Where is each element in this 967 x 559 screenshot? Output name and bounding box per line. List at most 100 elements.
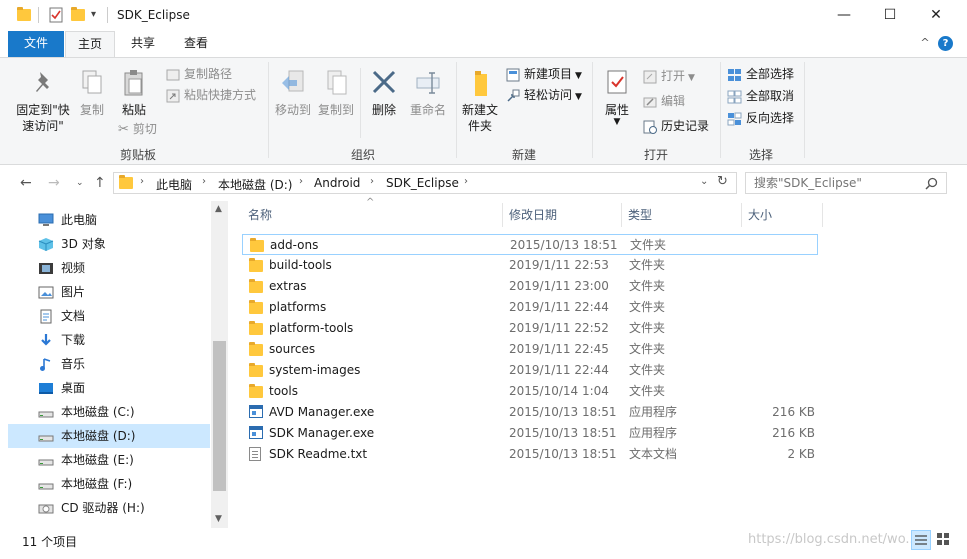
select-all-icon <box>728 68 741 81</box>
up-arrow-icon[interactable]: ↑ <box>94 175 106 191</box>
customize-quick-access-button[interactable]: ▾ <box>91 9 107 25</box>
file-modified-date: 2015/10/13 18:51 <box>509 405 617 419</box>
open-button[interactable]: 打开 ▼ <box>643 66 695 86</box>
chevron-right-icon: › <box>140 176 144 187</box>
close-button[interactable]: ✕ <box>913 0 959 31</box>
column-header-date[interactable]: 修改日期 <box>509 201 557 229</box>
file-modified-date: 2015/10/13 18:51 <box>510 238 618 252</box>
new-folder-icon[interactable] <box>71 7 87 23</box>
maximize-button[interactable]: ☐ <box>867 0 913 31</box>
search-box[interactable] <box>745 172 947 194</box>
new-item-button[interactable]: 新建项目 ▼ <box>506 64 582 84</box>
file-row[interactable]: platform-tools 2019/1/11 22:52 文件夹 <box>242 318 818 339</box>
properties-button[interactable]: 属性 ▼ <box>599 68 635 127</box>
new-folder-button[interactable]: 新建文件夹 <box>459 68 501 134</box>
file-modified-date: 2019/1/11 22:53 <box>509 258 609 272</box>
nav-item[interactable]: 本地磁盘 (C:) <box>8 400 210 424</box>
large-icons-view-button[interactable] <box>934 530 954 550</box>
file-row[interactable]: sources 2019/1/11 22:45 文件夹 <box>242 339 818 360</box>
file-row[interactable]: SDK Manager.exe 2015/10/13 18:51 应用程序 216 K… <box>242 423 818 444</box>
rename-button[interactable]: 重命名 <box>406 68 450 118</box>
pin-quick-access-button[interactable]: 固定到"快速访问" <box>12 68 74 134</box>
search-input[interactable] <box>754 176 924 190</box>
nav-item[interactable]: 本地磁盘 (E:) <box>8 448 210 472</box>
nav-item-label: 视频 <box>61 261 86 275</box>
select-none-button[interactable]: 全部取消 <box>727 86 794 106</box>
file-row[interactable]: platforms 2019/1/11 22:44 文件夹 <box>242 297 818 318</box>
details-view-button[interactable] <box>911 530 931 550</box>
file-name: extras <box>269 279 307 293</box>
tab-view[interactable]: 查看 <box>170 31 222 57</box>
invert-selection-button[interactable]: 反向选择 <box>727 108 794 128</box>
search-icon[interactable] <box>925 177 938 190</box>
divider[interactable] <box>741 203 742 227</box>
edit-button[interactable]: 编辑 <box>643 91 685 111</box>
file-row[interactable]: add-ons 2015/10/13 18:51 文件夹 <box>242 234 818 255</box>
select-all-button[interactable]: 全部选择 <box>727 64 794 84</box>
nav-scrollbar-thumb[interactable] <box>213 341 226 491</box>
new-folder-icon <box>475 71 487 96</box>
breadcrumb-drive-d[interactable]: 本地磁盘 (D:) <box>218 176 292 193</box>
breadcrumb-this-pc[interactable]: 此电脑 <box>156 176 192 193</box>
nav-item[interactable]: CD 驱动器 (H:) <box>8 496 210 520</box>
paste-button[interactable]: 粘贴 <box>116 68 152 118</box>
divider[interactable] <box>822 203 823 227</box>
address-dropdown-icon[interactable]: ⌄ <box>700 176 708 187</box>
file-row[interactable]: build-tools 2019/1/11 22:53 文件夹 <box>242 255 818 276</box>
file-row[interactable]: AVD Manager.exe 2015/10/13 18:51 应用程序 216 K… <box>242 402 818 423</box>
column-header-type[interactable]: 类型 <box>628 201 652 229</box>
copy-to-button[interactable]: 复制到 <box>316 68 356 118</box>
cut-button[interactable]: ✂ 剪切 <box>118 119 157 139</box>
folder-icon <box>249 300 263 314</box>
collapse-ribbon-button[interactable]: ^ <box>916 31 934 57</box>
file-row[interactable]: extras 2019/1/11 23:00 文件夹 <box>242 276 818 297</box>
new-item-icon <box>506 68 520 81</box>
file-row[interactable]: tools 2015/10/14 1:04 文件夹 <box>242 381 818 402</box>
large-icons-view-icon <box>937 533 949 545</box>
address-bar[interactable]: › 此电脑 › 本地磁盘 (D:) › Android › SDK_Eclips… <box>113 172 737 194</box>
breadcrumb-sdk-eclipse[interactable]: SDK_Eclipse <box>386 176 459 190</box>
copy-button[interactable]: 复制 <box>77 68 107 118</box>
column-header-size[interactable]: 大小 <box>748 201 772 229</box>
nav-item[interactable]: 此电脑 <box>8 208 210 232</box>
divider[interactable] <box>502 203 503 227</box>
column-header-name[interactable]: 名称 <box>248 201 272 229</box>
file-row[interactable]: system-images 2019/1/11 22:44 文件夹 <box>242 360 818 381</box>
nav-item-label: 文档 <box>61 309 86 323</box>
back-arrow-icon[interactable]: ← <box>20 175 32 191</box>
move-to-button[interactable]: 移动到 <box>272 68 314 118</box>
nav-item[interactable]: 3D 对象 <box>8 232 210 256</box>
paste-shortcut-button[interactable]: 粘贴快捷方式 <box>166 85 256 105</box>
nav-item[interactable]: 视频 <box>8 256 210 280</box>
nav-item[interactable]: 下载 <box>8 328 210 352</box>
pin-quick-access-label: 固定到"快速访问" <box>16 103 70 133</box>
breadcrumb-android[interactable]: Android <box>314 176 360 190</box>
refresh-icon[interactable]: ↻ <box>717 174 728 189</box>
tab-home[interactable]: 主页 <box>65 31 115 58</box>
nav-item[interactable]: 桌面 <box>8 376 210 400</box>
nav-item[interactable]: 文档 <box>8 304 210 328</box>
nav-item[interactable]: 本地磁盘 (D:) <box>8 424 210 448</box>
nav-item[interactable]: 音乐 <box>8 352 210 376</box>
folder-icon <box>250 238 264 252</box>
nav-item[interactable]: 本地磁盘 (F:) <box>8 472 210 496</box>
delete-button[interactable]: 删除 <box>366 68 402 118</box>
recent-locations-chevron-icon[interactable]: ⌄ <box>76 178 84 188</box>
file-name: add-ons <box>270 238 319 252</box>
minimize-button[interactable]: — <box>821 0 867 31</box>
copy-path-button[interactable]: 复制路径 <box>166 64 232 84</box>
scroll-up-icon[interactable]: ▲ <box>215 204 222 214</box>
easy-access-button[interactable]: 轻松访问 ▼ <box>506 85 582 105</box>
nav-scrollbar[interactable]: ▲ ▼ <box>211 201 228 528</box>
divider <box>592 62 593 158</box>
history-button[interactable]: 历史记录 <box>643 116 709 136</box>
properties-icon[interactable] <box>49 7 65 23</box>
nav-item[interactable]: 图片 <box>8 280 210 304</box>
tab-share[interactable]: 共享 <box>118 31 168 57</box>
tab-file[interactable]: 文件 <box>8 31 64 57</box>
chevron-right-icon: › <box>299 176 303 187</box>
divider[interactable] <box>621 203 622 227</box>
forward-arrow-icon[interactable]: → <box>48 175 60 191</box>
scroll-down-icon[interactable]: ▼ <box>215 514 222 524</box>
file-row[interactable]: SDK Readme.txt 2015/10/13 18:51 文本文档 2 KB <box>242 444 818 465</box>
